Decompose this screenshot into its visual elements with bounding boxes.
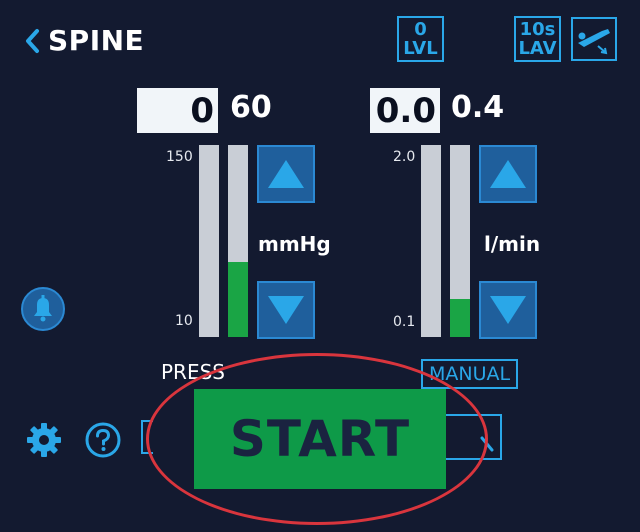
triangle-up-icon [490,160,526,188]
patient-position-button[interactable] [571,17,617,61]
patient-position-icon [578,29,610,55]
pressure-decrease-button[interactable] [257,281,315,339]
partial-button-left[interactable] [141,420,153,454]
pressure-level-fill [228,262,248,337]
search-icon [480,436,494,452]
pressure-unit: mmHg [258,232,331,256]
settings-button[interactable] [25,421,63,459]
pressure-scale-max: 150 [166,149,193,165]
flow-read-value: 0.4 [451,90,505,125]
pressure-level-bar [228,145,248,337]
flow-set-value[interactable]: 0.0 [370,88,440,133]
lavage-label: LAV [518,38,557,59]
partial-button-right[interactable] [446,414,502,460]
flow-scale-max: 2.0 [393,149,416,165]
bell-icon [21,287,65,331]
triangle-up-icon [268,160,304,188]
pressure-scale-min: 10 [175,313,193,329]
page-title: SPINE [48,24,145,57]
lavage-value: 10s [519,19,556,40]
lavage-button[interactable]: 10s LAV [514,16,561,62]
pressure-increase-button[interactable] [257,145,315,203]
flow-decrease-button[interactable] [479,281,537,339]
chevron-left-icon [26,28,39,53]
pressure-set-bar [199,145,219,337]
triangle-down-icon [268,296,304,324]
help-button[interactable] [84,421,122,459]
level-button[interactable]: 0 LVL [397,16,444,62]
pressure-set-value[interactable]: 0 [137,88,218,133]
flow-level-bar [450,145,470,337]
flow-set-bar [421,145,441,337]
flow-unit: l/min [484,232,541,256]
alarm-button[interactable] [20,286,66,332]
triangle-down-icon [490,296,526,324]
back-button[interactable]: SPINE [22,24,144,57]
pressure-label: PRESS [161,360,225,384]
pressure-read-value: 60 [230,90,272,125]
start-button[interactable]: START [194,389,446,489]
flow-scale-min: 0.1 [393,314,416,330]
flow-increase-button[interactable] [479,145,537,203]
flow-mode-button[interactable]: MANUAL [421,359,519,389]
gear-icon [27,423,61,457]
flow-level-fill [450,298,470,337]
level-label: LVL [403,38,438,59]
help-icon [85,422,121,458]
level-value: 0 [414,19,427,40]
